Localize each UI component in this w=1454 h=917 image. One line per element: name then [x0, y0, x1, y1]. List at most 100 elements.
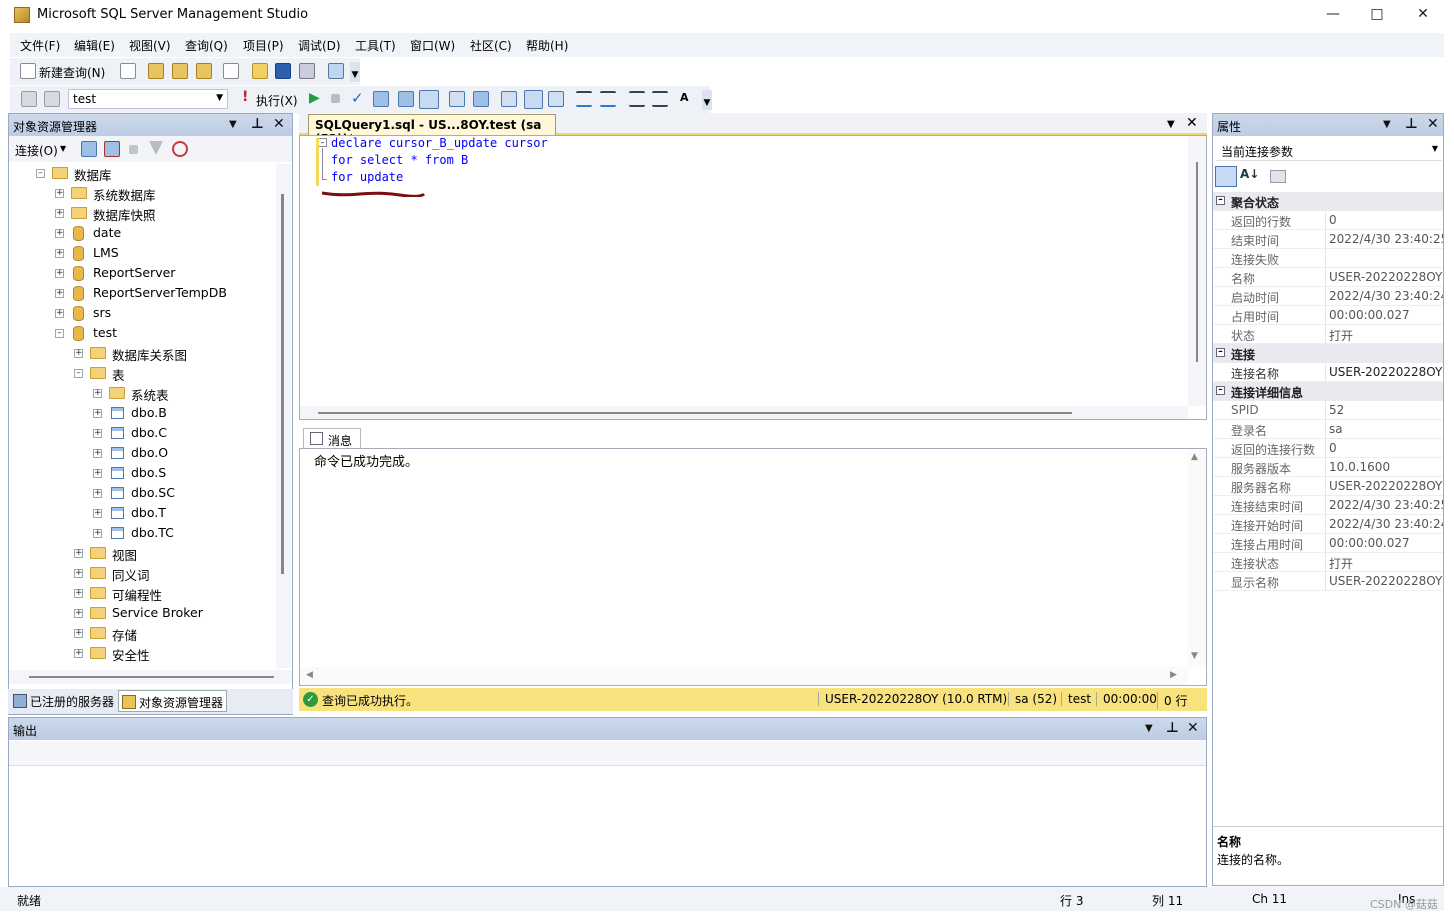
db-engine-query-icon[interactable] [148, 63, 164, 79]
expand-toggle-icon[interactable]: + [74, 549, 83, 558]
close-icon[interactable]: ✕ [1187, 720, 1199, 736]
query-designer-icon[interactable] [398, 91, 414, 107]
menu-file[interactable]: 文件(F) [20, 37, 60, 54]
activity-monitor-icon[interactable] [328, 63, 344, 79]
expand-toggle-icon[interactable]: + [93, 469, 102, 478]
mobile-query-icon[interactable] [223, 63, 239, 79]
uncomment-icon[interactable] [600, 91, 616, 107]
property-category[interactable]: – 连接 [1213, 344, 1443, 363]
property-row[interactable]: 返回的行数 0 [1213, 211, 1443, 230]
debug-play-icon[interactable]: ▶ [309, 90, 320, 106]
property-row[interactable]: 服务器版本 10.0.1600 [1213, 458, 1443, 477]
registered-servers-tab[interactable]: 已注册的服务器 [10, 692, 117, 712]
filter-icon[interactable] [149, 141, 163, 155]
editor-vscrollbar[interactable] [1188, 136, 1206, 406]
property-row[interactable]: 结束时间 2022/4/30 23:40:25 [1213, 230, 1443, 249]
collapse-toggle-icon[interactable]: – [74, 369, 83, 378]
expand-toggle-icon[interactable]: + [93, 449, 102, 458]
expand-toggle-icon[interactable]: + [55, 189, 64, 198]
expand-toggle-icon[interactable]: + [93, 489, 102, 498]
property-row[interactable]: 连接结束时间 2022/4/30 23:40:25 [1213, 496, 1443, 515]
analysis-query-icon[interactable] [172, 63, 188, 79]
alphabetical-icon[interactable]: A↓ [1240, 167, 1259, 181]
parse-check-icon[interactable]: ✓ [351, 89, 364, 107]
dropdown-icon[interactable]: ▼ [1383, 119, 1391, 130]
property-category[interactable]: – 聚合状态 [1213, 192, 1443, 211]
menu-tools[interactable]: 工具(T) [355, 37, 396, 54]
dropdown-icon[interactable]: ▼ [229, 119, 237, 130]
property-row[interactable]: 显示名称 USER-20220228OY [1213, 572, 1443, 591]
scroll-up-icon[interactable]: ▲ [1191, 452, 1198, 462]
expand-toggle-icon[interactable]: + [55, 309, 64, 318]
sql-editor[interactable] [299, 135, 1207, 420]
property-row[interactable]: 返回的连接行数 0 [1213, 439, 1443, 458]
messages-tab[interactable]: 消息 [303, 428, 361, 448]
property-category[interactable]: – 连接详细信息 [1213, 382, 1443, 401]
new-file-icon[interactable] [120, 63, 136, 79]
collapse-toggle-icon[interactable]: – [1216, 196, 1225, 205]
expand-toggle-icon[interactable]: + [74, 629, 83, 638]
menu-community[interactable]: 社区(C) [470, 37, 512, 54]
property-row[interactable]: 占用时间 00:00:00.027 [1213, 306, 1443, 325]
expand-toggle-icon[interactable]: + [55, 209, 64, 218]
dropdown-icon[interactable]: ▼ [1145, 723, 1153, 734]
tree-vscrollbar[interactable] [276, 164, 291, 668]
menu-project[interactable]: 项目(P) [243, 37, 284, 54]
connect-server-icon[interactable] [81, 141, 97, 157]
property-row[interactable]: 连接占用时间 00:00:00.027 [1213, 534, 1443, 553]
expand-toggle-icon[interactable]: + [55, 229, 64, 238]
connect-icon[interactable] [21, 91, 37, 107]
property-row[interactable]: 连接失败 [1213, 249, 1443, 268]
property-pages-icon[interactable] [1270, 170, 1286, 183]
increase-indent-icon[interactable] [652, 91, 668, 107]
query-options-icon[interactable] [419, 90, 439, 109]
properties-object-select[interactable]: 当前连接参数 ▼ [1216, 140, 1442, 161]
pin-icon[interactable]: ⊥ [1405, 116, 1418, 132]
expand-toggle-icon[interactable]: + [55, 249, 64, 258]
minimize-button[interactable]: — [1322, 6, 1344, 26]
expand-toggle-icon[interactable]: + [74, 649, 83, 658]
property-row[interactable]: 状态 打开 [1213, 325, 1443, 344]
scrollbar-thumb[interactable] [281, 194, 284, 574]
close-icon[interactable]: ✕ [273, 116, 285, 132]
expand-toggle-icon[interactable]: + [93, 409, 102, 418]
scroll-down-icon[interactable]: ▼ [1191, 651, 1198, 661]
editor-hscrollbar[interactable] [300, 406, 1188, 419]
print-icon[interactable] [299, 63, 315, 79]
expand-toggle-icon[interactable]: + [55, 289, 64, 298]
scrollbar-thumb[interactable] [29, 676, 274, 678]
stop-icon[interactable] [129, 145, 138, 154]
property-row[interactable]: 连接状态 打开 [1213, 553, 1443, 572]
collapse-toggle-icon[interactable]: – [36, 169, 45, 178]
results-grid-icon[interactable] [524, 90, 543, 109]
expand-toggle-icon[interactable]: + [93, 529, 102, 538]
menu-edit[interactable]: 编辑(E) [74, 37, 115, 54]
intellisense-icon[interactable] [449, 91, 465, 107]
expand-toggle-icon[interactable]: + [55, 269, 64, 278]
menu-debug[interactable]: 调试(D) [298, 37, 341, 54]
property-row[interactable]: 连接名称 USER-20220228OY ( [1213, 363, 1443, 382]
toolbar-overflow-icon[interactable]: ▼ [702, 90, 712, 110]
collapse-toggle-icon[interactable]: – [55, 329, 64, 338]
expand-toggle-icon[interactable]: + [93, 429, 102, 438]
categorized-icon[interactable] [1215, 166, 1237, 187]
property-row[interactable]: 登录名 sa [1213, 420, 1443, 439]
object-explorer-tab[interactable]: 对象资源管理器 [118, 690, 228, 712]
new-query-button[interactable]: 新建查询(N) [39, 64, 105, 81]
scrollbar-thumb[interactable] [318, 412, 1072, 414]
scrollbar-thumb[interactable] [1196, 162, 1198, 362]
menu-view[interactable]: 视图(V) [129, 37, 171, 54]
menu-window[interactable]: 窗口(W) [410, 37, 455, 54]
display-plan-icon[interactable] [373, 91, 389, 107]
connect-dropdown[interactable]: 连接(O) [15, 142, 58, 159]
comment-icon[interactable] [576, 91, 592, 107]
open-icon[interactable] [252, 63, 268, 79]
collapse-toggle-icon[interactable]: – [1216, 348, 1225, 357]
maximize-button[interactable]: □ [1366, 6, 1388, 26]
close-icon[interactable]: ✕ [1427, 116, 1439, 132]
tree-hscrollbar[interactable] [9, 670, 292, 684]
menu-query[interactable]: 查询(Q) [185, 37, 228, 54]
refresh-icon[interactable] [172, 141, 188, 157]
expand-toggle-icon[interactable]: + [93, 389, 102, 398]
scroll-right-icon[interactable]: ▶ [1170, 670, 1177, 680]
